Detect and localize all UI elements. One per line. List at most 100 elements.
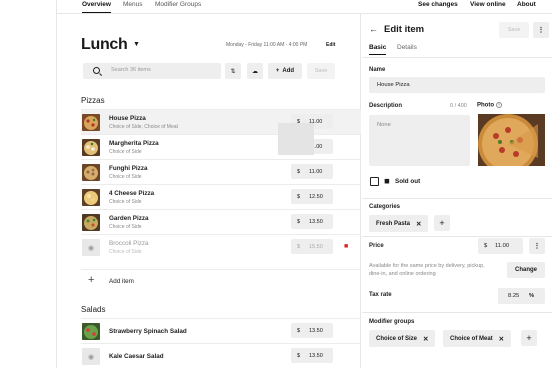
item-thumbnail bbox=[82, 114, 100, 131]
tab-modifier-groups[interactable]: Modifier Groups bbox=[155, 1, 201, 8]
add-button[interactable]: + Add bbox=[268, 63, 302, 79]
unavailable-icon: ■ bbox=[344, 243, 349, 250]
name-field[interactable]: House Pizza bbox=[369, 77, 545, 93]
help-icon[interactable]: ? bbox=[496, 102, 502, 108]
list-item[interactable]: Garden Pizza Choice of Side $13.50 bbox=[81, 209, 361, 234]
camera-icon: ◉ bbox=[82, 348, 100, 365]
price-input[interactable]: $13.50 bbox=[291, 323, 333, 338]
tab-overview[interactable]: Overview bbox=[82, 1, 111, 13]
view-online-link[interactable]: View online bbox=[470, 1, 506, 8]
category-chip[interactable]: Fresh Pasta ✕ bbox=[369, 215, 429, 232]
tax-rate-field[interactable]: 8.25% bbox=[498, 288, 545, 304]
search-placeholder: Search 36 items bbox=[111, 67, 151, 73]
price-input[interactable]: $11.00 bbox=[291, 164, 333, 179]
currency: $ bbox=[297, 168, 301, 175]
modifier-chip-label: Choice of Size bbox=[376, 335, 418, 342]
more-vertical-icon[interactable]: ⋮ bbox=[533, 22, 549, 38]
tab-basic[interactable]: Basic bbox=[369, 44, 387, 56]
sold-out-label: Sold out bbox=[395, 178, 421, 185]
list-item[interactable]: ◉ Broccoli Pizza Choice of Side $15.50 ■ bbox=[81, 234, 361, 259]
add-item-label: Add item bbox=[109, 278, 134, 285]
list-item[interactable]: Strawberry Spinach Salad $13.50 bbox=[81, 318, 361, 343]
price-input[interactable]: $13.50 bbox=[291, 214, 333, 229]
item-modifiers: Choice of Side bbox=[109, 149, 142, 155]
filter-button[interactable]: ⇅ bbox=[225, 63, 241, 79]
description-label: Description bbox=[369, 103, 403, 109]
list-item[interactable]: 4 Cheese Pizza Choice of Side $12.50 bbox=[81, 184, 361, 209]
close-icon[interactable]: ✕ bbox=[416, 220, 421, 228]
add-modifier-group-button[interactable]: + bbox=[521, 330, 537, 346]
price-field[interactable]: $11.00 bbox=[478, 238, 523, 254]
item-name: Funghi Pizza bbox=[109, 165, 148, 172]
section-title: Salads bbox=[81, 305, 106, 314]
close-icon[interactable]: ✕ bbox=[499, 335, 504, 343]
categories-label: Categories bbox=[369, 204, 401, 210]
price-input[interactable]: $12.50 bbox=[291, 189, 333, 204]
item-modifiers: Choice of Side, Choice of Meat bbox=[109, 124, 178, 130]
camera-icon: ◉ bbox=[82, 239, 100, 256]
upload-button[interactable]: ☁ bbox=[247, 63, 263, 79]
arrow-left-icon[interactable]: ← bbox=[369, 24, 378, 34]
modifier-groups-label: Modifier groups bbox=[369, 319, 415, 325]
photo-label: Photo? bbox=[477, 102, 502, 109]
item-name: Broccoli Pizza bbox=[109, 240, 149, 247]
item-modifiers: Choice of Side bbox=[109, 249, 142, 255]
add-item-button[interactable]: + Add item bbox=[81, 269, 361, 293]
item-name: Garden Pizza bbox=[109, 215, 149, 222]
item-thumbnail bbox=[82, 214, 100, 231]
currency: $ bbox=[297, 218, 301, 225]
price-label: Price bbox=[369, 243, 384, 249]
list-item[interactable]: ◉ Kale Caesar Salad $13.50 bbox=[81, 343, 361, 368]
item-modifiers: Choice of Side bbox=[109, 199, 142, 205]
divider bbox=[362, 312, 552, 313]
chevron-down-icon[interactable]: ▼ bbox=[133, 41, 140, 48]
item-thumbnail bbox=[82, 164, 100, 181]
item-name: Margherita Pizza bbox=[109, 140, 159, 147]
search-input[interactable]: Search 36 items bbox=[83, 63, 221, 79]
panel-title: Edit item bbox=[384, 24, 425, 35]
change-button[interactable]: Change bbox=[507, 262, 545, 278]
see-changes-link[interactable]: See changes bbox=[418, 1, 458, 8]
cloud-upload-icon: ☁ bbox=[252, 68, 258, 75]
list-item[interactable]: Margherita Pizza Choice of Side $11.00 bbox=[81, 134, 361, 159]
more-vertical-icon[interactable]: ⋮ bbox=[529, 238, 545, 254]
currency: $ bbox=[297, 352, 301, 359]
modifier-chip[interactable]: Choice of Size ✕ bbox=[369, 330, 436, 347]
sold-out-checkbox[interactable] bbox=[370, 177, 379, 186]
close-icon[interactable]: ✕ bbox=[423, 335, 428, 343]
section-title: Pizzas bbox=[81, 96, 105, 105]
item-photo[interactable] bbox=[478, 114, 545, 166]
edit-hours-link[interactable]: Edit bbox=[326, 42, 335, 48]
photo-label-text: Photo bbox=[477, 102, 494, 109]
item-name: 4 Cheese Pizza bbox=[109, 190, 155, 197]
price-input[interactable]: $13.50 bbox=[291, 348, 333, 363]
price-currency: $ bbox=[484, 243, 488, 249]
currency: $ bbox=[297, 327, 301, 334]
description-placeholder: None bbox=[377, 122, 391, 128]
price-input[interactable]: $15.50 bbox=[291, 239, 333, 254]
item-thumbnail bbox=[82, 139, 100, 156]
modifier-chip[interactable]: Choice of Meat ✕ bbox=[443, 330, 512, 347]
list-item[interactable]: Funghi Pizza Choice of Side $11.00 bbox=[81, 159, 361, 184]
drag-highlight bbox=[278, 123, 314, 155]
menu-title[interactable]: Lunch bbox=[81, 36, 128, 54]
currency: $ bbox=[297, 193, 301, 200]
plus-icon: + bbox=[439, 218, 445, 228]
left-sidebar bbox=[0, 0, 57, 368]
about-link[interactable]: About bbox=[517, 1, 536, 8]
item-name: Kale Caesar Salad bbox=[109, 353, 164, 360]
tax-rate-unit: % bbox=[529, 293, 535, 299]
description-field[interactable]: None bbox=[369, 115, 470, 166]
plus-icon: + bbox=[275, 68, 280, 74]
panel-save-button[interactable]: Save bbox=[499, 22, 529, 38]
item-thumbnail bbox=[82, 189, 100, 206]
item-thumbnail bbox=[82, 323, 100, 340]
currency: $ bbox=[297, 243, 301, 250]
tab-details[interactable]: Details bbox=[397, 44, 417, 51]
save-button[interactable]: Save bbox=[307, 63, 335, 79]
add-label: Add bbox=[282, 68, 295, 74]
tab-menus[interactable]: Menus bbox=[123, 1, 143, 8]
price-help-text: Available for the same price by delivery… bbox=[369, 263, 485, 277]
list-item[interactable]: House Pizza Choice of Side, Choice of Me… bbox=[81, 109, 361, 134]
add-category-button[interactable]: + bbox=[434, 215, 450, 231]
